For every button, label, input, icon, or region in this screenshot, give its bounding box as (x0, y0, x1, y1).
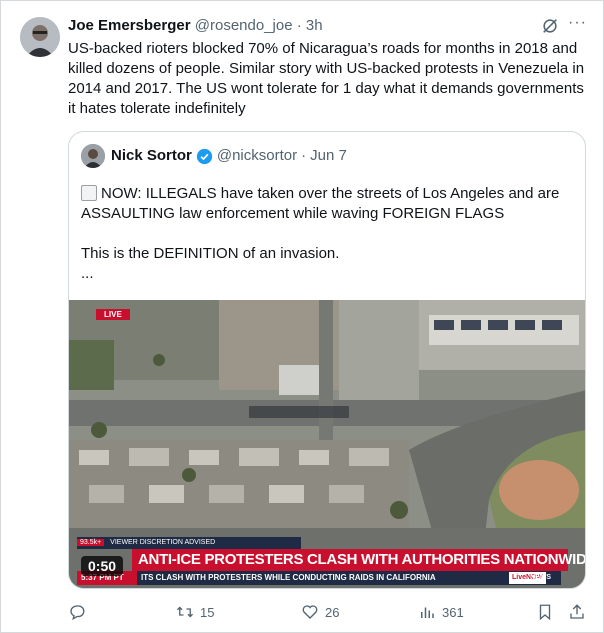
quote-line-1: NOW: ILLEGALS have taken over the street… (81, 185, 560, 222)
viewer-count: 93.5k+ (77, 539, 105, 546)
network-label: NEWS (530, 574, 551, 581)
more-options-icon[interactable]: ··· (568, 14, 587, 32)
discretion-label: VIEWER DISCRETION ADVISED (110, 539, 216, 546)
like-button[interactable]: 26 (301, 603, 339, 621)
broken-image-icon (81, 185, 97, 201)
tweet-text: US-backed rioters blocked 70% of Nicarag… (68, 40, 585, 117)
verified-badge-icon (196, 148, 213, 164)
share-button[interactable] (568, 603, 592, 621)
grok-icon[interactable] (541, 17, 559, 35)
bookmark-button[interactable] (536, 603, 560, 621)
quote-header: Nick Sortor @nicksortor · Jun 7 (81, 144, 347, 168)
like-count: 26 (325, 604, 340, 620)
viewer-discretion-bar: 93.5k+ VIEWER DISCRETION ADVISED (77, 537, 301, 549)
video-player[interactable]: LIVE 93.5k+ VIEWER DISCRETION ADVISED AN… (69, 300, 585, 588)
views-button[interactable]: 361 (418, 603, 464, 621)
views-count: 361 (442, 604, 464, 620)
quote-author-handle[interactable]: @nicksortor (217, 146, 297, 166)
quote-author-avatar[interactable] (81, 144, 105, 168)
quote-line-3: ... (81, 265, 94, 282)
retweet-count: 15 (200, 604, 215, 620)
ticker-text: ITS CLASH WITH PROTESTERS WHILE CONDUCTI… (141, 573, 436, 582)
author-avatar[interactable] (20, 17, 60, 57)
live-badge: LIVE (96, 309, 130, 320)
quote-text: NOW: ILLEGALS have taken over the street… (81, 184, 577, 284)
tweet-time[interactable]: 3h (306, 17, 323, 34)
quote-author-name[interactable]: Nick Sortor (111, 146, 192, 166)
reply-button[interactable] (68, 603, 92, 621)
quote-separator: · (301, 147, 307, 164)
author-name[interactable]: Joe Emersberger (68, 17, 191, 34)
tweet-card[interactable]: Joe Emersberger @rosendo_joe · 3h ··· US… (0, 0, 604, 633)
headline-banner: ANTI-ICE PROTESTERS CLASH WITH AUTHORITI… (132, 549, 585, 571)
author-handle[interactable]: @rosendo_joe (195, 17, 293, 34)
quote-line-2: This is the DEFINITION of an invasion. (81, 245, 340, 262)
quote-date[interactable]: Jun 7 (310, 146, 347, 166)
tweet-header: Joe Emersberger @rosendo_joe · 3h (68, 16, 323, 36)
heart-icon (302, 605, 318, 619)
views-icon (421, 607, 434, 618)
retweet-button[interactable]: 15 (176, 603, 214, 621)
action-bar: 15 26 361 (68, 603, 588, 623)
retweet-icon (177, 606, 193, 618)
time-separator: · (296, 17, 302, 34)
reply-icon (70, 605, 85, 621)
news-ticker: 5:37 PM PT ITS CLASH WITH PROTESTERS WHI… (77, 571, 561, 585)
share-icon (570, 604, 584, 619)
quoted-tweet[interactable]: Nick Sortor @nicksortor · Jun 7 NOW: ILL… (68, 131, 586, 589)
bookmark-icon (539, 604, 551, 621)
video-duration: 0:50 (81, 556, 124, 576)
